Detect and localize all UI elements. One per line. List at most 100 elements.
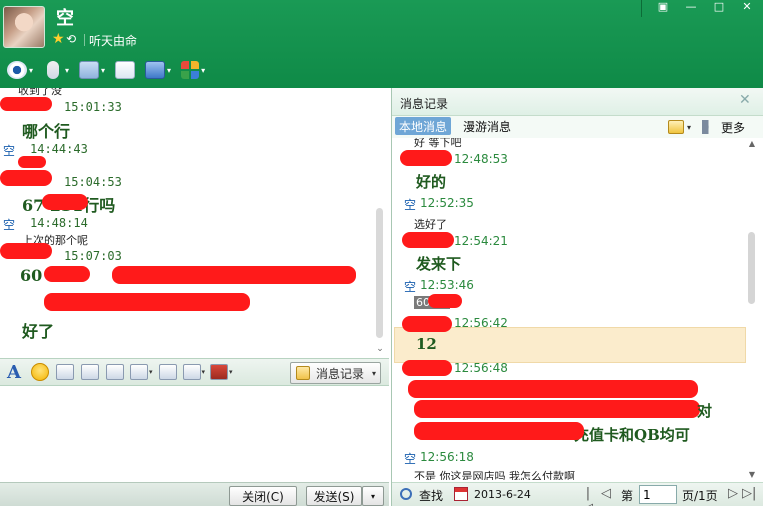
chevron-down-icon: ▾	[65, 65, 70, 75]
page-prefix: 第	[621, 489, 634, 503]
message-time: 15:07:03	[64, 249, 122, 263]
history-scrollbar-thumb[interactable]	[748, 232, 755, 304]
redaction	[414, 422, 584, 440]
redaction	[428, 294, 462, 308]
gift-icon	[210, 364, 229, 380]
first-page-button[interactable]: |◁	[581, 486, 595, 506]
send-bar: 关闭(C) 发送(S) ▾	[0, 482, 389, 506]
chat-scrollbar-thumb[interactable]	[376, 208, 383, 338]
last-page-button[interactable]: ▷|	[742, 486, 756, 501]
message-sender: 空	[3, 218, 16, 232]
redaction	[0, 97, 52, 111]
redaction	[18, 156, 46, 168]
screen-capture-icon	[182, 364, 201, 380]
chevron-down-icon: ▾	[201, 65, 206, 75]
contact-avatar[interactable]	[3, 6, 45, 48]
message-text: 选好了	[414, 218, 447, 231]
search-button[interactable]: 查找	[419, 487, 443, 504]
window-menu-button[interactable]: ▣	[651, 1, 675, 15]
minimize-button[interactable]: —	[679, 1, 703, 15]
screenshot-button[interactable]	[105, 361, 125, 383]
music-button[interactable]	[158, 361, 178, 383]
video-call-button[interactable]: ▾	[5, 58, 35, 82]
maximize-button[interactable]: □	[707, 1, 731, 15]
message-input[interactable]	[0, 386, 389, 482]
more-button[interactable]: 更多	[721, 119, 745, 136]
chevron-down-icon: ▾	[29, 65, 34, 75]
folder-icon[interactable]	[668, 120, 684, 134]
status-icons: ★ ⟲	[52, 31, 82, 48]
image-button[interactable]: ▾	[130, 361, 153, 383]
message-sender: 空	[404, 280, 417, 294]
emoji-button[interactable]	[30, 361, 50, 383]
divider	[641, 0, 642, 17]
magic-emoji-button[interactable]	[80, 361, 100, 383]
apps-grid-icon	[181, 61, 200, 79]
message-text: 充值卡和QB均可	[574, 426, 690, 444]
font-button[interactable]: A	[3, 361, 25, 383]
message-history-label: 消息记录	[316, 366, 365, 381]
close-icon[interactable]: ✕	[739, 92, 751, 108]
history-message-list[interactable]: 好 等下吧 12:48:53 好的 空 12:52:35 选好了 12:54:2…	[392, 138, 752, 480]
apps-button[interactable]: ▾	[179, 58, 207, 82]
screen-share-button[interactable]: ▾	[143, 58, 173, 82]
screen-share-icon	[145, 61, 166, 79]
speaker-icon[interactable]	[702, 120, 719, 134]
send-options-button[interactable]: ▾	[362, 486, 384, 506]
history-tools: ▾ 更多	[668, 118, 745, 136]
chat-message-area[interactable]: 收到了没 15:01:33 哪个行 空 14:44:43 15:04:53 67…	[0, 88, 389, 358]
history-header: 消息记录 ✕	[392, 88, 763, 116]
redaction	[402, 360, 452, 376]
scroll-down-icon[interactable]: ▼	[746, 470, 758, 479]
smiley-icon	[31, 363, 49, 381]
redaction	[0, 170, 52, 186]
message-history-button[interactable]: 消息记录 ▾	[290, 362, 381, 384]
message-time: 12:56:42	[454, 316, 508, 330]
chevron-down-icon: ▾	[167, 65, 172, 75]
gift-button[interactable]: ▾	[210, 361, 233, 383]
redaction	[44, 266, 90, 282]
send-button[interactable]: 发送(S)	[306, 486, 362, 506]
message-time: 12:53:46	[420, 278, 474, 292]
redaction	[0, 243, 52, 259]
star-icon[interactable]: ★	[52, 31, 65, 47]
message-history-panel: 消息记录 ✕ 本地消息 漫游消息 ▾ 更多 好 等下吧 12:48:53 好的 …	[391, 88, 763, 506]
history-title: 消息记录	[400, 97, 449, 111]
next-page-button[interactable]: ▷	[726, 486, 740, 501]
contact-signature: 听天由命	[89, 34, 138, 48]
message-time: 14:44:43	[30, 142, 88, 156]
scroll-up-icon[interactable]: ▲	[746, 139, 758, 148]
page-number-input[interactable]	[639, 485, 677, 504]
chevron-down-icon[interactable]: ▾	[687, 123, 691, 132]
message-time: 12:52:35	[420, 196, 474, 210]
message-text: 不是 你这是网店吗 我怎么付款啊	[414, 470, 575, 480]
history-footer: 查找 2013-6-24 |◁ ◁ 第 页/1页 ▷ ▷|	[392, 482, 763, 506]
close-button[interactable]: 关闭(C)	[229, 486, 297, 506]
chat-toolbar: ▾ ▾ ▾ ▾ ▾	[0, 56, 207, 84]
magic-face-icon	[81, 364, 99, 380]
vip-emoji-button[interactable]	[55, 361, 75, 383]
voice-call-button[interactable]: ▾	[41, 58, 71, 82]
history-date[interactable]: 2013-6-24	[474, 488, 531, 501]
message-icon	[115, 61, 136, 79]
message-button[interactable]	[113, 58, 137, 82]
message-sender: 空	[404, 198, 417, 212]
previous-page-button[interactable]: ◁	[599, 486, 613, 501]
message-text: 好 等下吧	[414, 138, 462, 149]
tab-local-messages[interactable]: 本地消息	[395, 117, 452, 135]
tab-roaming-messages[interactable]: 漫游消息	[459, 117, 515, 135]
divider	[84, 34, 85, 46]
refresh-icon[interactable]: ⟲	[66, 32, 76, 46]
contact-name: 空	[56, 8, 74, 29]
message-sender: 空	[3, 144, 16, 158]
close-window-button[interactable]: ✕	[735, 1, 759, 15]
redaction	[112, 266, 356, 284]
video-camera-icon	[7, 61, 27, 79]
screen-capture-button[interactable]: ▾	[182, 361, 206, 383]
message-time: 12:56:48	[454, 361, 508, 375]
calendar-icon[interactable]	[454, 487, 468, 501]
file-transfer-button[interactable]: ▾	[77, 58, 107, 82]
scroll-down-icon[interactable]: ⌄	[375, 344, 385, 354]
search-icon[interactable]	[400, 488, 412, 500]
chevron-down-icon: ▾	[201, 368, 206, 376]
